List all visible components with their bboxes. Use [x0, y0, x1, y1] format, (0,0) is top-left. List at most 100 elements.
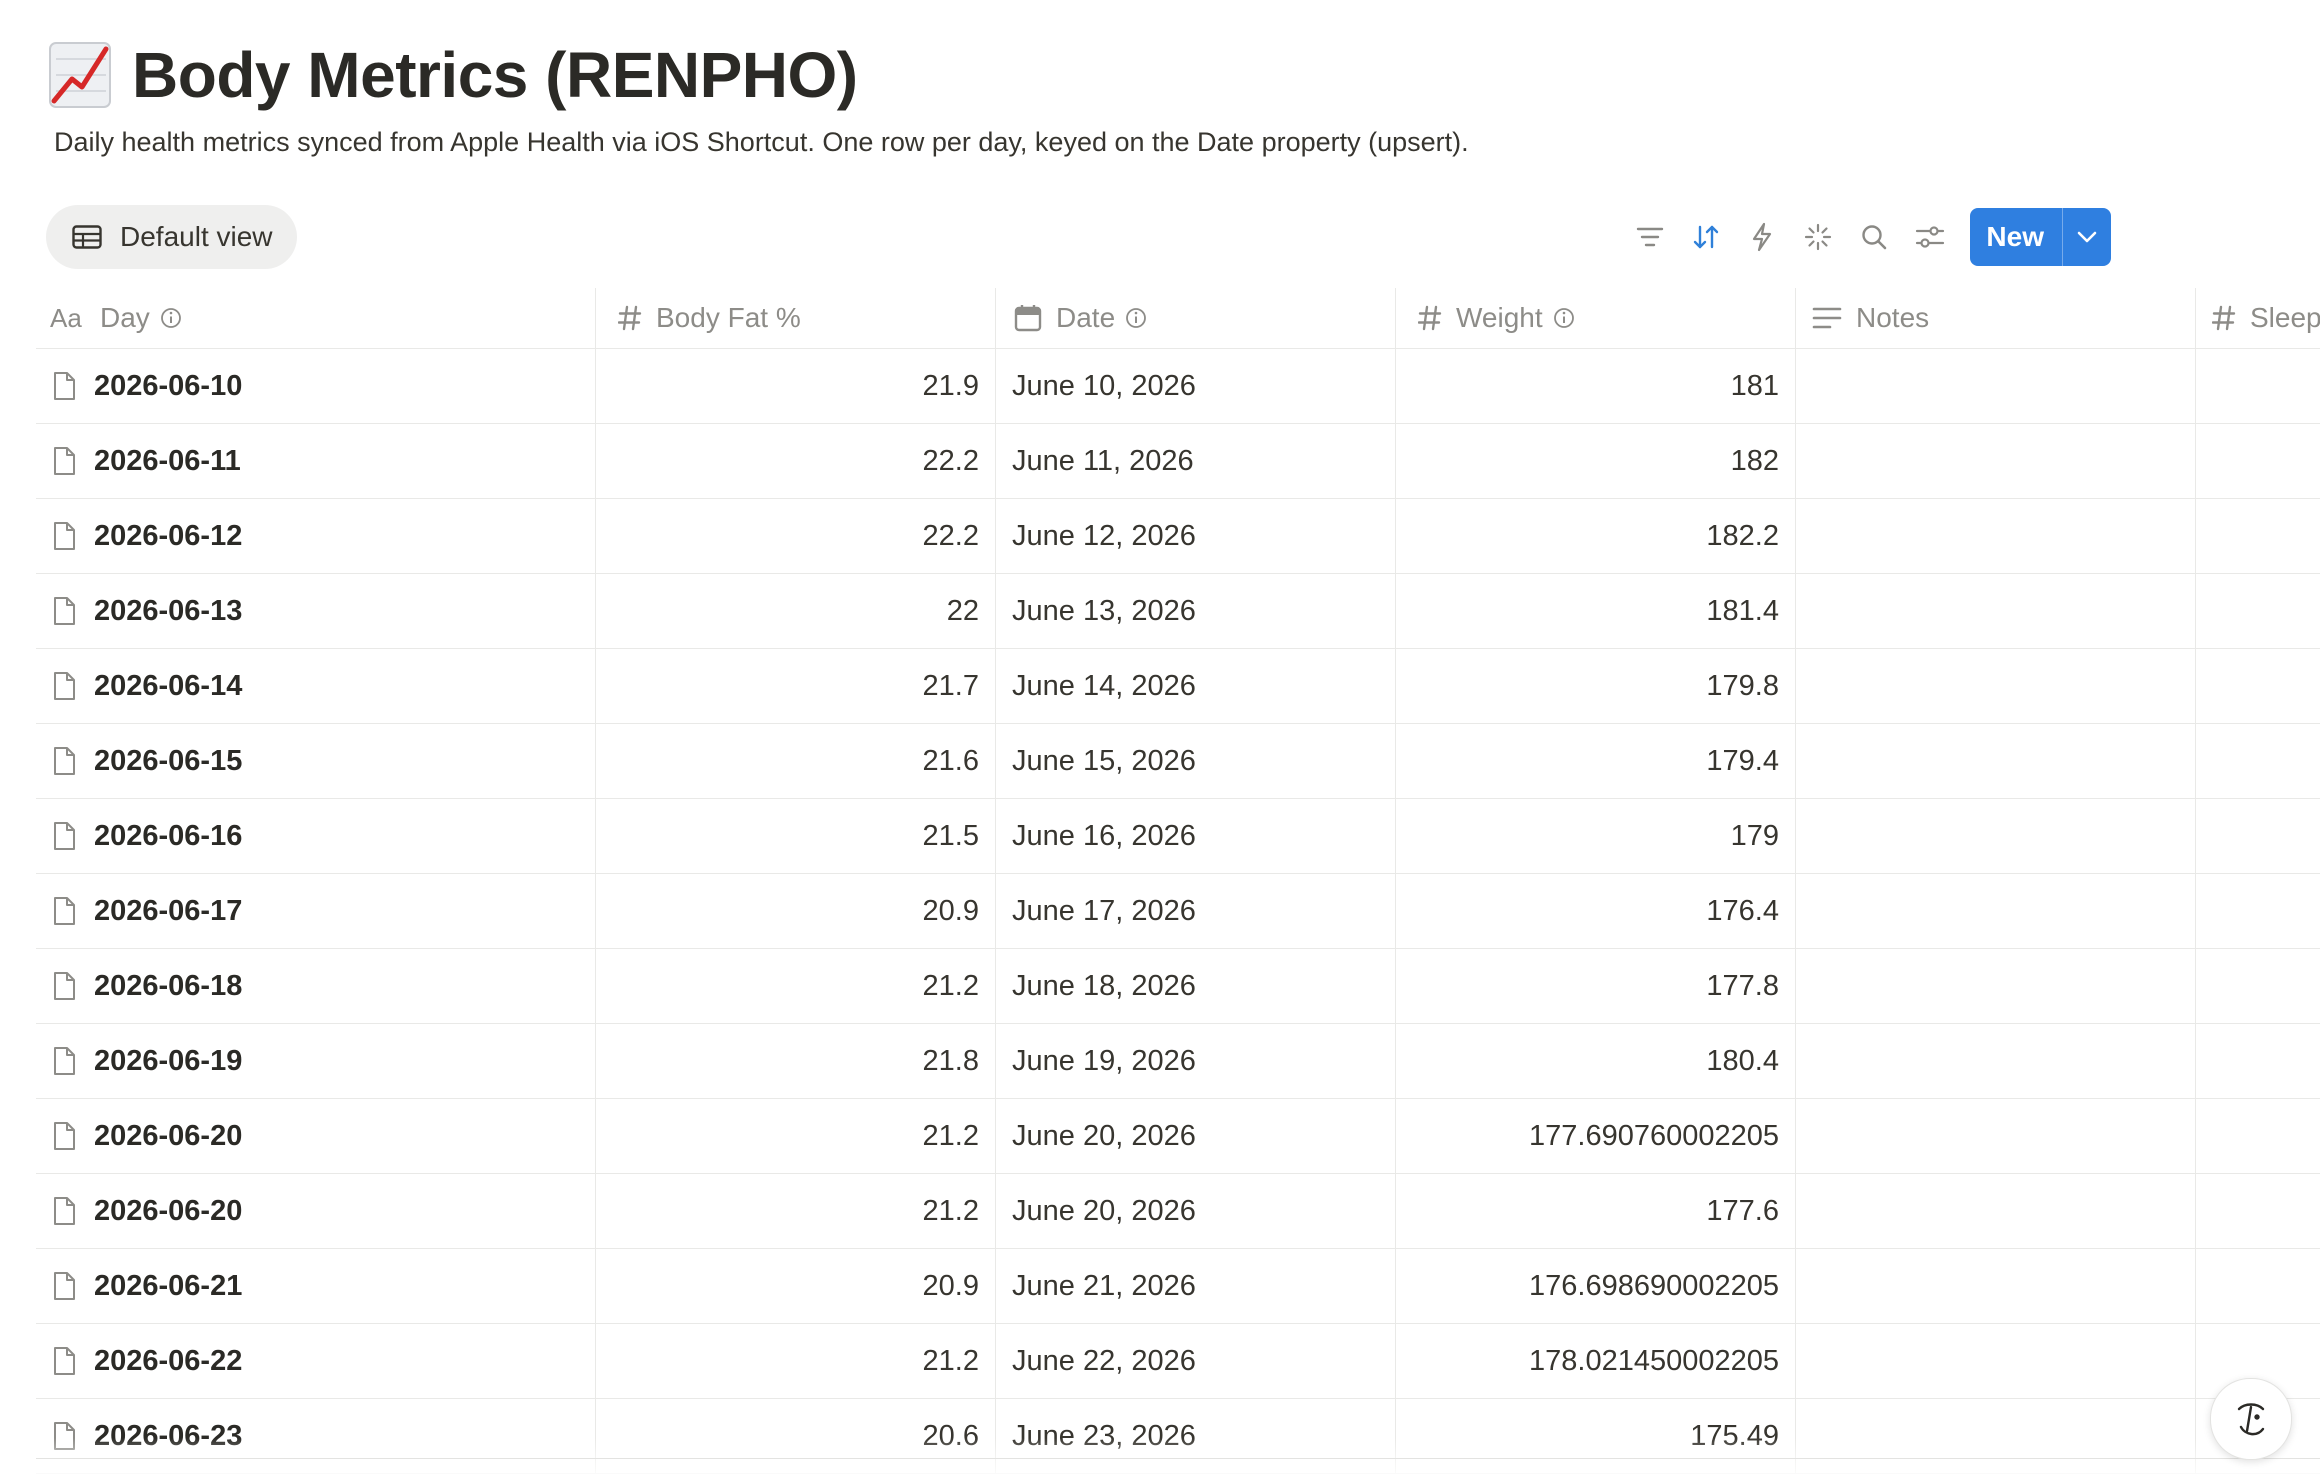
day-title[interactable]: 2026-06-17 — [94, 895, 242, 928]
notion-ai-face-icon[interactable] — [2210, 1378, 2292, 1460]
cell-weight[interactable]: 176.698690002205 — [1396, 1249, 1796, 1323]
cell-date[interactable]: June 20, 2026 — [996, 1174, 1396, 1248]
cell-weight[interactable]: 179 — [1396, 799, 1796, 873]
table-row[interactable]: 2026-06-15 21.6 June 15, 2026 179.4 — [36, 724, 2320, 799]
sort-icon[interactable] — [1678, 209, 1734, 265]
cell-body-fat[interactable]: 21.2 — [596, 1324, 996, 1398]
cell-weight[interactable]: 179.4 — [1396, 724, 1796, 798]
search-icon[interactable] — [1846, 209, 1902, 265]
view-tab-default[interactable]: Default view — [46, 205, 297, 269]
cell-date[interactable]: June 17, 2026 — [996, 874, 1396, 948]
cell-day[interactable]: 2026-06-17 — [36, 874, 596, 948]
day-title[interactable]: 2026-06-22 — [94, 1345, 242, 1378]
cell-day[interactable]: 2026-06-20 — [36, 1099, 596, 1173]
cell-weight[interactable]: 177.690760002205 — [1396, 1099, 1796, 1173]
cell-day[interactable]: 2026-06-12 — [36, 499, 596, 573]
ai-sparkle-icon[interactable] — [1790, 209, 1846, 265]
cell-notes[interactable] — [1796, 1024, 2196, 1098]
column-header-weight[interactable]: Weight — [1396, 288, 1796, 348]
cell-sleep[interactable] — [2196, 1249, 2320, 1323]
cell-body-fat[interactable]: 21.2 — [596, 1174, 996, 1248]
day-title[interactable]: 2026-06-20 — [94, 1120, 242, 1153]
cell-body-fat[interactable]: 20.6 — [596, 1399, 996, 1473]
cell-body-fat[interactable]: 22 — [596, 574, 996, 648]
table-row[interactable]: 2026-06-17 20.9 June 17, 2026 176.4 — [36, 874, 2320, 949]
new-button-label[interactable]: New — [1970, 208, 2062, 266]
table-row[interactable]: 2026-06-14 21.7 June 14, 2026 179.8 — [36, 649, 2320, 724]
page-title[interactable]: Body Metrics (RENPHO) — [132, 38, 858, 112]
cell-body-fat[interactable]: 20.9 — [596, 1249, 996, 1323]
day-title[interactable]: 2026-06-20 — [94, 1195, 242, 1228]
cell-weight[interactable]: 182 — [1396, 424, 1796, 498]
cell-date[interactable]: June 20, 2026 — [996, 1099, 1396, 1173]
info-icon[interactable] — [160, 307, 182, 329]
cell-date[interactable]: June 13, 2026 — [996, 574, 1396, 648]
cell-sleep[interactable] — [2196, 349, 2320, 423]
table-row[interactable]: 2026-06-16 21.5 June 16, 2026 179 — [36, 799, 2320, 874]
cell-sleep[interactable] — [2196, 424, 2320, 498]
cell-day[interactable]: 2026-06-19 — [36, 1024, 596, 1098]
table-row[interactable]: 2026-06-22 21.2 June 22, 2026 178.021450002… — [36, 1324, 2320, 1399]
cell-notes[interactable] — [1796, 799, 2196, 873]
cell-date[interactable]: June 22, 2026 — [996, 1324, 1396, 1398]
cell-body-fat[interactable]: 21.7 — [596, 649, 996, 723]
cell-notes[interactable] — [1796, 874, 2196, 948]
cell-date[interactable]: June 12, 2026 — [996, 499, 1396, 573]
cell-day[interactable]: 2026-06-23 — [36, 1399, 596, 1473]
cell-weight[interactable]: 182.2 — [1396, 499, 1796, 573]
column-header-notes[interactable]: Notes — [1796, 288, 2196, 348]
cell-day[interactable]: 2026-06-11 — [36, 424, 596, 498]
table-row[interactable]: 2026-06-23 20.6 June 23, 2026 175.49 — [36, 1399, 2320, 1474]
cell-day[interactable]: 2026-06-22 — [36, 1324, 596, 1398]
cell-notes[interactable] — [1796, 574, 2196, 648]
cell-date[interactable]: June 16, 2026 — [996, 799, 1396, 873]
cell-sleep[interactable] — [2196, 799, 2320, 873]
cell-sleep[interactable] — [2196, 949, 2320, 1023]
cell-sleep[interactable] — [2196, 574, 2320, 648]
cell-notes[interactable] — [1796, 424, 2196, 498]
cell-sleep[interactable] — [2196, 874, 2320, 948]
cell-date[interactable]: June 14, 2026 — [996, 649, 1396, 723]
table-row[interactable]: 2026-06-19 21.8 June 19, 2026 180.4 — [36, 1024, 2320, 1099]
cell-day[interactable]: 2026-06-16 — [36, 799, 596, 873]
cell-weight[interactable]: 177.8 — [1396, 949, 1796, 1023]
cell-sleep[interactable] — [2196, 724, 2320, 798]
column-header-day[interactable]: Aa Day — [36, 288, 596, 348]
table-row[interactable]: 2026-06-20 21.2 June 20, 2026 177.6 — [36, 1174, 2320, 1249]
cell-sleep[interactable] — [2196, 1024, 2320, 1098]
day-title[interactable]: 2026-06-12 — [94, 520, 242, 553]
column-header-date[interactable]: Date — [996, 288, 1396, 348]
column-header-body-fat[interactable]: Body Fat % — [596, 288, 996, 348]
settings-sliders-icon[interactable] — [1902, 209, 1958, 265]
cell-day[interactable]: 2026-06-14 — [36, 649, 596, 723]
new-dropdown-chevron-icon[interactable] — [2062, 208, 2111, 266]
cell-notes[interactable] — [1796, 1249, 2196, 1323]
day-title[interactable]: 2026-06-18 — [94, 970, 242, 1003]
chart-increasing-icon[interactable] — [48, 39, 112, 111]
filter-icon[interactable] — [1622, 209, 1678, 265]
cell-weight[interactable]: 180.4 — [1396, 1024, 1796, 1098]
cell-day[interactable]: 2026-06-20 — [36, 1174, 596, 1248]
cell-notes[interactable] — [1796, 724, 2196, 798]
info-icon[interactable] — [1125, 307, 1147, 329]
table-row[interactable]: 2026-06-11 22.2 June 11, 2026 182 — [36, 424, 2320, 499]
cell-weight[interactable]: 179.8 — [1396, 649, 1796, 723]
day-title[interactable]: 2026-06-21 — [94, 1270, 242, 1303]
day-title[interactable]: 2026-06-14 — [94, 670, 242, 703]
cell-sleep[interactable] — [2196, 649, 2320, 723]
cell-date[interactable]: June 11, 2026 — [996, 424, 1396, 498]
cell-day[interactable]: 2026-06-13 — [36, 574, 596, 648]
new-button[interactable]: New — [1970, 208, 2111, 266]
cell-notes[interactable] — [1796, 349, 2196, 423]
cell-notes[interactable] — [1796, 1174, 2196, 1248]
day-title[interactable]: 2026-06-15 — [94, 745, 242, 778]
cell-notes[interactable] — [1796, 1099, 2196, 1173]
cell-day[interactable]: 2026-06-10 — [36, 349, 596, 423]
cell-notes[interactable] — [1796, 499, 2196, 573]
cell-weight[interactable]: 181 — [1396, 349, 1796, 423]
cell-body-fat[interactable]: 21.6 — [596, 724, 996, 798]
cell-body-fat[interactable]: 21.2 — [596, 949, 996, 1023]
cell-notes[interactable] — [1796, 649, 2196, 723]
page-description[interactable]: Daily health metrics synced from Apple H… — [54, 127, 1469, 158]
automation-icon[interactable] — [1734, 209, 1790, 265]
